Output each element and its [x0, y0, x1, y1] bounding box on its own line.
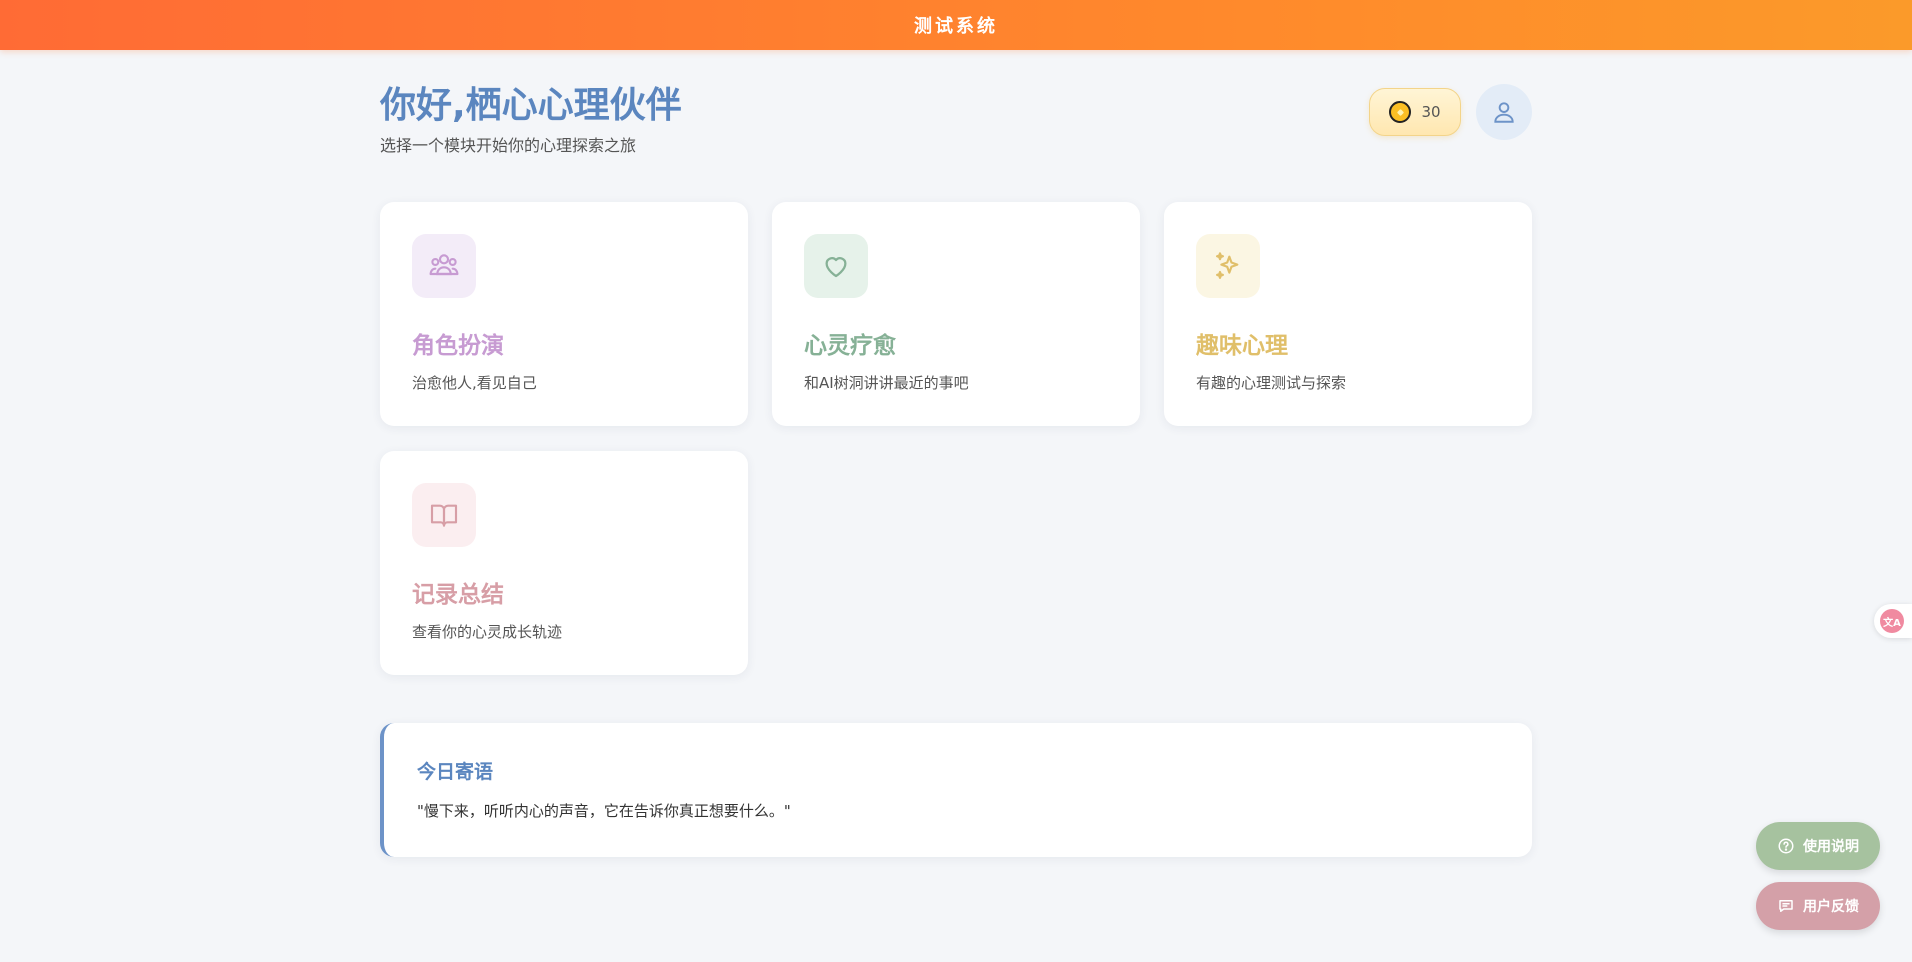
module-title: 记录总结	[412, 582, 504, 608]
daily-quote-text: "慢下来，听听内心的声音，它在告诉你真正想要什么。"	[417, 802, 791, 820]
translate-button[interactable]: 文A	[1874, 604, 1912, 638]
module-description: 治愈他人,看见自己	[412, 374, 537, 392]
help-button-label: 使用说明	[1803, 839, 1859, 855]
user-icon	[1494, 102, 1514, 123]
translate-icon: 文A	[1880, 609, 1904, 633]
module-card-role-play[interactable]: 角色扮演 治愈他人,看见自己	[380, 202, 748, 426]
module-description: 查看你的心灵成长轨迹	[412, 623, 563, 641]
feedback-button-label: 用户反馈	[1803, 899, 1859, 915]
heart-icon	[804, 234, 868, 298]
module-card-healing[interactable]: 心灵疗愈 和AI树洞讲讲最近的事吧	[772, 202, 1140, 426]
feedback-button[interactable]: 用户反馈	[1756, 882, 1880, 930]
module-card-fun-psychology[interactable]: 趣味心理 有趣的心理测试与探索	[1164, 202, 1532, 426]
module-title: 角色扮演	[412, 333, 504, 359]
help-button[interactable]: 使用说明	[1756, 822, 1880, 870]
daily-quote-card: 今日寄语 "慢下来，听听内心的声音，它在告诉你真正想要什么。"	[380, 723, 1532, 857]
top-bar: 测试系统	[0, 0, 1912, 50]
sparkles-icon	[1196, 234, 1260, 298]
coin-balance[interactable]: 30	[1369, 88, 1461, 136]
greeting-subtitle: 选择一个模块开始你的心理探索之旅	[380, 136, 637, 155]
module-description: 和AI树洞讲讲最近的事吧	[804, 374, 969, 392]
greeting-title: 你好,栖心心理伙伴	[380, 85, 682, 126]
coin-count: 30	[1421, 103, 1441, 121]
module-title: 心灵疗愈	[804, 333, 896, 359]
module-card-records[interactable]: 记录总结 查看你的心灵成长轨迹	[380, 451, 748, 675]
book-icon	[412, 483, 476, 547]
users-icon	[412, 234, 476, 298]
app-title: 测试系统	[914, 16, 998, 37]
profile-button[interactable]	[1476, 84, 1532, 140]
daily-quote-title: 今日寄语	[417, 761, 494, 783]
module-title: 趣味心理	[1196, 333, 1288, 359]
module-description: 有趣的心理测试与探索	[1196, 374, 1347, 392]
question-circle-icon	[1778, 838, 1794, 854]
coin-icon	[1389, 101, 1412, 123]
message-icon	[1779, 900, 1793, 912]
